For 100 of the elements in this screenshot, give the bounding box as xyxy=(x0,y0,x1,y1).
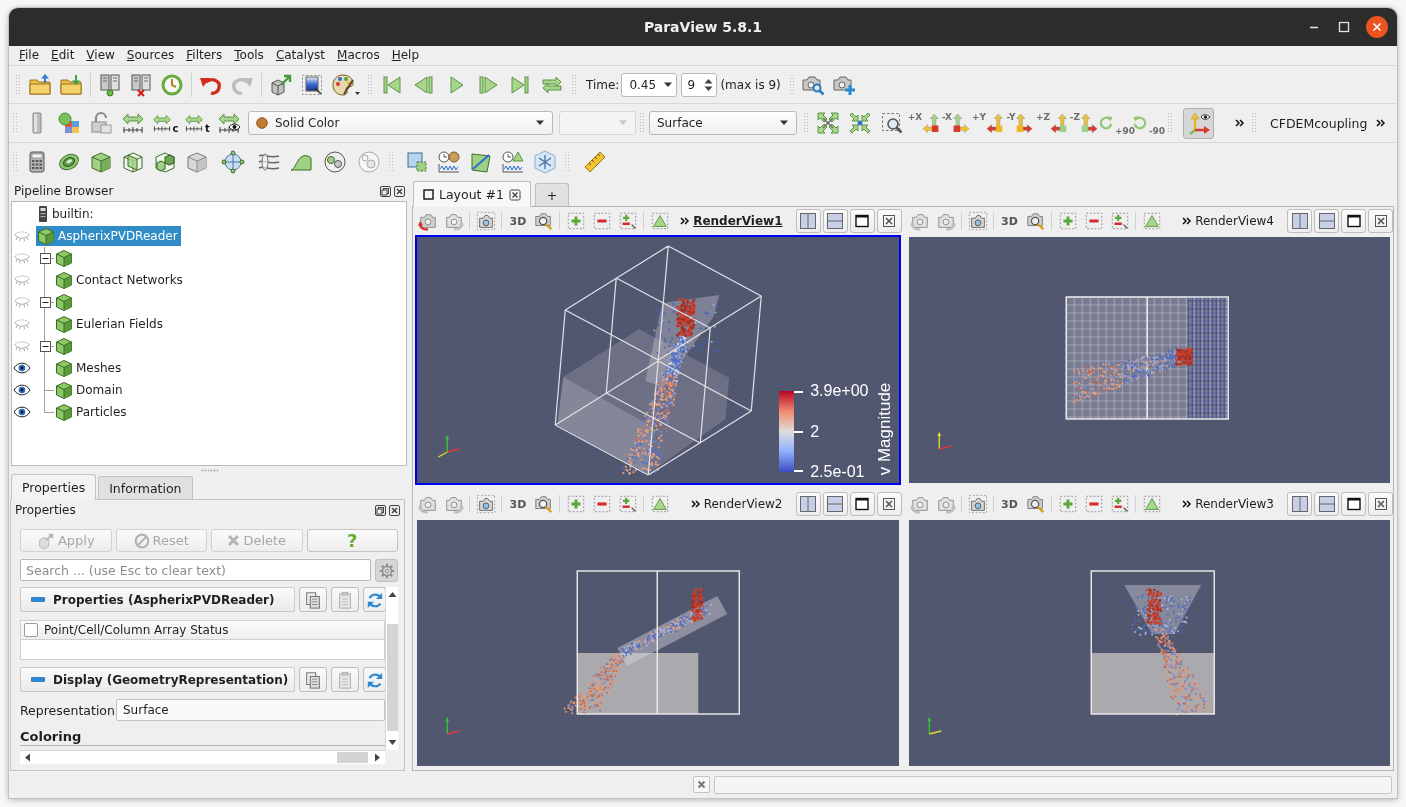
server-connect-icon[interactable] xyxy=(97,72,122,97)
layout-tab[interactable]: Layout #1 xyxy=(413,181,531,207)
panel-tab[interactable]: Properties xyxy=(11,474,97,500)
palette-icon[interactable] xyxy=(330,72,361,97)
cube-arrow-icon[interactable] xyxy=(268,72,293,97)
menu-item[interactable]: Catalyst xyxy=(269,47,332,64)
collapse-icon[interactable] xyxy=(39,252,51,264)
view-type-button[interactable]: RenderView1 xyxy=(680,214,783,228)
splitter-handle-icon[interactable] xyxy=(200,468,219,472)
select-plus-minus-icon[interactable] xyxy=(618,494,638,514)
collapse-icon[interactable] xyxy=(39,340,51,352)
double-chevron-icon[interactable] xyxy=(1376,119,1387,127)
select-plus-minus-icon[interactable] xyxy=(618,211,638,231)
padlock-icon[interactable] xyxy=(89,111,113,135)
select-plus-minus-icon[interactable] xyxy=(1109,211,1130,231)
split-horizontal-button[interactable] xyxy=(795,492,821,516)
pipeline-item[interactable]: Particles xyxy=(54,402,130,422)
sliced-cube-icon[interactable] xyxy=(121,150,145,174)
select-plus-icon[interactable] xyxy=(566,494,586,514)
column-header[interactable]: Point/Cell/Column Array Status xyxy=(20,620,385,640)
render-view[interactable] xyxy=(906,518,1392,768)
menu-item[interactable]: Help xyxy=(385,47,426,64)
maximize-button[interactable] xyxy=(849,209,875,233)
layout-tab[interactable]: + xyxy=(534,183,569,206)
split-vertical-button[interactable] xyxy=(1314,492,1339,516)
double-chevron-icon[interactable] xyxy=(1235,119,1245,127)
select-minus-icon[interactable] xyxy=(592,494,612,514)
maximize-button[interactable] xyxy=(849,492,875,516)
screenshot-icon[interactable] xyxy=(967,494,988,514)
pipeline-item[interactable]: Domain xyxy=(54,380,126,400)
float-icon[interactable] xyxy=(379,184,392,198)
settings-button[interactable] xyxy=(375,559,398,582)
close-icon[interactable] xyxy=(1366,16,1388,38)
color-map-icon[interactable] xyxy=(299,72,324,97)
camera-view-button[interactable]: -Z xyxy=(1068,108,1100,138)
menu-item[interactable]: Sources xyxy=(120,47,181,64)
projection-button[interactable]: 3D xyxy=(507,497,529,511)
screenshot-icon[interactable] xyxy=(967,211,988,231)
rescale-button[interactable]: t xyxy=(181,108,213,138)
close-icon[interactable] xyxy=(393,184,406,198)
cancel-button[interactable] xyxy=(693,776,710,793)
clock-icon[interactable] xyxy=(159,72,184,97)
zoom-box-icon[interactable] xyxy=(880,111,904,135)
pipeline-item[interactable]: Eulerian Fields xyxy=(54,314,166,334)
sheet-line-icon[interactable] xyxy=(469,150,493,174)
circles-icon[interactable] xyxy=(323,150,347,174)
color-legend-icon[interactable] xyxy=(57,111,81,135)
arrows-in-icon[interactable] xyxy=(848,111,872,135)
folder-up-arrow-icon[interactable] xyxy=(27,72,52,97)
scroll-down-icon[interactable] xyxy=(387,739,397,746)
select-minus-icon[interactable] xyxy=(1083,494,1104,514)
close-icon[interactable] xyxy=(388,503,401,517)
pipeline-item[interactable]: AspherixPVDReader xyxy=(36,226,181,246)
split-horizontal-button[interactable] xyxy=(795,209,821,233)
view-type-button[interactable]: RenderView2 xyxy=(690,497,783,511)
projection-button[interactable]: 3D xyxy=(507,214,529,228)
pipeline-item[interactable]: builtin: xyxy=(36,204,97,224)
clock-triangle-plot-icon[interactable] xyxy=(501,150,525,174)
scroll-up-icon[interactable] xyxy=(387,591,397,598)
select-plus-icon[interactable] xyxy=(1057,494,1078,514)
scrollbar-thumb[interactable] xyxy=(337,752,368,763)
camera-zoom-icon[interactable] xyxy=(534,211,554,231)
section-header[interactable]: Display (GeometryRepresentation) xyxy=(20,667,295,692)
rescale-button[interactable]: c xyxy=(149,108,181,138)
time-combo[interactable]: 0.45 xyxy=(621,72,678,97)
split-vertical-button[interactable] xyxy=(822,492,848,516)
camera-zoom-icon[interactable] xyxy=(1025,211,1046,231)
split-cube-icon[interactable] xyxy=(153,150,177,174)
selection-square-icon[interactable] xyxy=(405,150,429,174)
range-arrows-eye-icon[interactable] xyxy=(217,111,241,135)
split-horizontal-button[interactable] xyxy=(1287,492,1312,516)
select-plus-icon[interactable] xyxy=(1057,211,1078,231)
globe-arrows-icon[interactable] xyxy=(221,150,245,174)
split-vertical-button[interactable] xyxy=(1314,209,1339,233)
screenshot-icon[interactable] xyxy=(476,494,496,514)
render-view[interactable] xyxy=(415,518,901,768)
projection-button[interactable]: 3D xyxy=(998,497,1021,511)
panel-tab[interactable]: Information xyxy=(98,476,193,499)
projection-button[interactable]: 3D xyxy=(998,214,1021,228)
arrows-out-icon[interactable] xyxy=(816,111,840,135)
copy-button[interactable] xyxy=(299,587,327,612)
clipped-cube-icon[interactable] xyxy=(89,150,113,174)
maximize-button[interactable] xyxy=(1341,209,1366,233)
eye-icon[interactable] xyxy=(13,362,31,374)
refresh-button[interactable] xyxy=(363,667,385,692)
select-minus-icon[interactable] xyxy=(592,211,612,231)
float-icon[interactable] xyxy=(374,503,387,517)
maximize-button[interactable] xyxy=(1341,492,1366,516)
checkbox[interactable] xyxy=(24,623,38,637)
search-field[interactable]: Search ... (use Esc to clear text) xyxy=(20,559,371,581)
snowflake-hexagon-icon[interactable] xyxy=(533,150,557,174)
eye-icon[interactable] xyxy=(13,406,31,418)
camera-zoom-icon[interactable] xyxy=(1025,494,1046,514)
vertical-scrollbar[interactable] xyxy=(385,587,398,750)
close-view-button[interactable] xyxy=(1368,492,1393,516)
scrollbar-thumb[interactable] xyxy=(386,624,398,731)
copy-button[interactable] xyxy=(299,667,327,692)
representation-combo[interactable]: Surface xyxy=(649,111,797,135)
camera-view-button[interactable]: -Y xyxy=(1004,108,1036,138)
pipeline-item[interactable]: Contact Networks xyxy=(54,270,186,290)
